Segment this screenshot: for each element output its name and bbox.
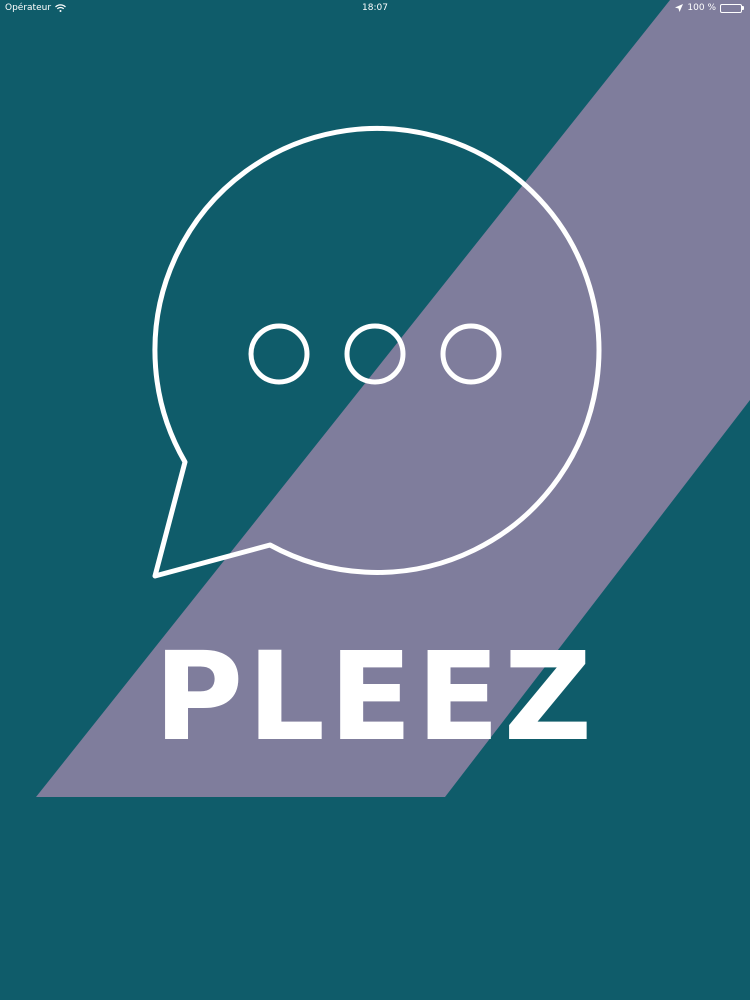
splash-screen: Opérateur 18:07 100 % PLEEZ	[0, 0, 750, 1000]
chat-bubble-ellipsis-icon	[152, 126, 602, 579]
battery-percent: 100 %	[687, 3, 716, 13]
app-name: PLEEZ	[153, 626, 597, 768]
location-arrow-icon	[675, 4, 684, 12]
battery-icon	[720, 3, 744, 13]
ellipsis-dot-2	[344, 323, 406, 385]
ellipsis-dot-1	[248, 323, 310, 385]
ellipsis-dot-3	[440, 323, 502, 385]
status-bar: Opérateur 18:07 100 %	[0, 0, 750, 16]
status-time: 18:07	[362, 3, 388, 13]
status-right: 100 %	[675, 0, 744, 16]
